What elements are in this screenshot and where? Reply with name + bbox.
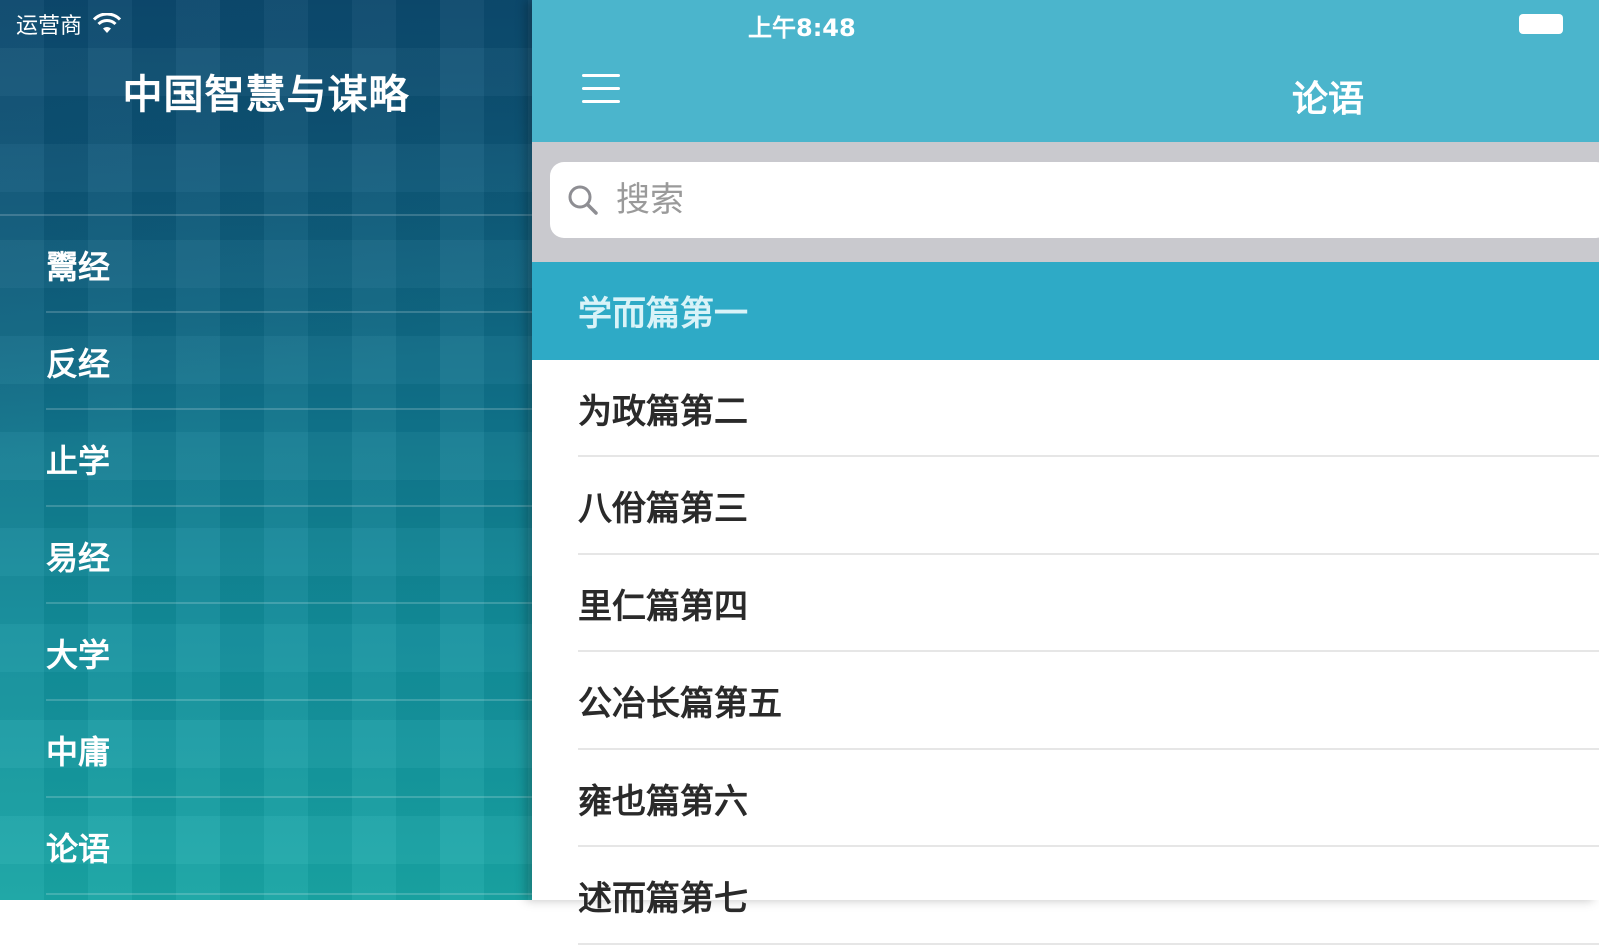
chapter-list: 学而篇第一 为政篇第二 八佾篇第三 里仁篇第四 公冶长篇第五 雍也篇第六 述而篇… xyxy=(532,262,1599,945)
sidebar-app-title: 中国智慧与谋略 xyxy=(122,71,410,118)
sidebar-item-yujing[interactable]: 鬻经 xyxy=(0,216,532,313)
sidebar-item-zhixue[interactable]: 止学 xyxy=(0,410,532,507)
page-title: 论语 xyxy=(1292,79,1365,120)
search-input[interactable] xyxy=(614,179,1514,221)
wifi-icon xyxy=(92,13,122,33)
hamburger-menu-button[interactable] xyxy=(582,74,622,108)
sidebar-item-zhongyong[interactable]: 中庸 xyxy=(0,701,532,798)
sidebar: 运营商 中国智慧与谋略 鬻经 反经 止学 易经 大学 中庸 论语 xyxy=(0,0,532,900)
hamburger-line xyxy=(582,74,620,77)
chapter-item-1[interactable]: 学而篇第一 xyxy=(532,262,1599,360)
status-time: 上午8:48 xyxy=(748,14,856,42)
status-bar-left: 运营商 xyxy=(16,8,122,40)
hamburger-line xyxy=(582,100,620,103)
sidebar-item-yijing[interactable]: 易经 xyxy=(0,507,532,604)
sidebar-item-fanjing[interactable]: 反经 xyxy=(0,313,532,410)
main-panel: 上午8:48 论语 学而篇第一 为政篇第二 八佾篇第三 里仁篇第四 公冶长篇第五… xyxy=(532,0,1599,945)
chapter-item-7[interactable]: 述而篇第七 xyxy=(532,847,1599,945)
sidebar-item-lunyu[interactable]: 论语 xyxy=(0,798,532,895)
chapter-item-2[interactable]: 为政篇第二 xyxy=(532,360,1599,458)
sidebar-menu: 鬻经 反经 止学 易经 大学 中庸 论语 xyxy=(0,214,532,895)
chapter-item-5[interactable]: 公冶长篇第五 xyxy=(532,652,1599,750)
sidebar-item-daxue[interactable]: 大学 xyxy=(0,604,532,701)
chapter-item-3[interactable]: 八佾篇第三 xyxy=(532,457,1599,555)
chapter-item-4[interactable]: 里仁篇第四 xyxy=(532,555,1599,653)
chapter-item-6[interactable]: 雍也篇第六 xyxy=(532,750,1599,848)
navigation-bar: 上午8:48 论语 xyxy=(532,0,1599,142)
battery-icon xyxy=(1519,14,1563,34)
search-icon xyxy=(568,185,598,215)
search-bar xyxy=(532,142,1599,262)
carrier-label: 运营商 xyxy=(16,14,83,39)
search-field[interactable] xyxy=(550,162,1599,238)
hamburger-line xyxy=(582,87,620,90)
